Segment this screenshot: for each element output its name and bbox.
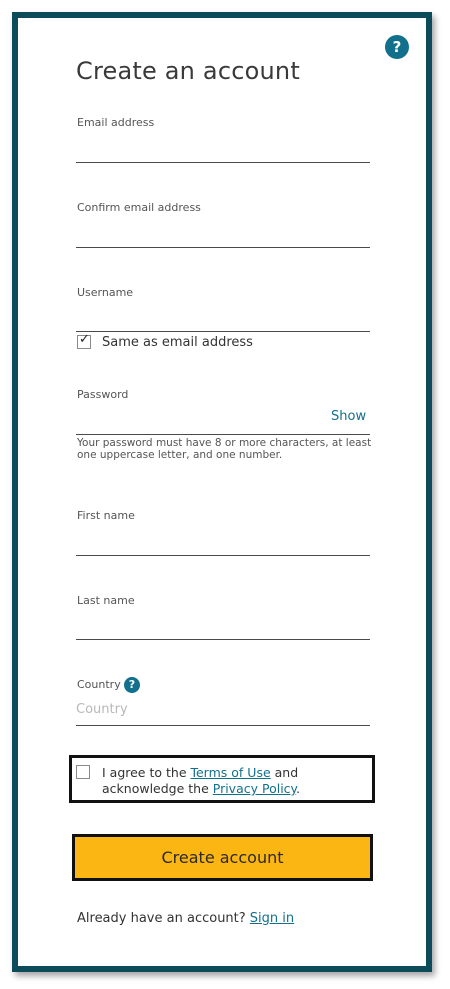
password-underline — [76, 434, 370, 435]
first-name-field[interactable] — [76, 533, 370, 553]
last-name-field[interactable] — [76, 617, 370, 637]
confirm-email-label: Confirm email address — [77, 201, 201, 214]
password-hint: Your password must have 8 or more charac… — [77, 437, 372, 461]
same-as-email-label: Same as email address — [102, 335, 253, 350]
username-label: Username — [77, 286, 134, 299]
email-label: Email address — [77, 116, 155, 129]
terms-checkbox[interactable] — [76, 765, 90, 779]
password-label: Password — [77, 388, 129, 401]
username-field[interactable] — [76, 309, 370, 329]
show-password-link[interactable]: Show — [331, 409, 366, 424]
create-account-button[interactable]: Create account — [72, 834, 373, 881]
signin-row: Already have an account? Sign in — [77, 911, 294, 926]
same-as-email-checkbox[interactable]: ✓ — [77, 332, 91, 349]
privacy-policy-link[interactable]: Privacy Policy — [213, 781, 296, 796]
confirm-email-underline — [76, 247, 370, 248]
checkmark-icon: ✓ — [79, 332, 90, 347]
first-name-label: First name — [77, 509, 135, 522]
country-field[interactable] — [76, 699, 370, 719]
first-name-underline — [76, 555, 370, 556]
country-underline — [76, 725, 370, 726]
last-name-underline — [76, 639, 370, 640]
terms-of-use-link[interactable]: Terms of Use — [190, 765, 270, 780]
country-label: Country — [77, 678, 121, 691]
last-name-label: Last name — [77, 594, 135, 607]
password-field[interactable] — [76, 410, 326, 430]
terms-agreement-text: I agree to the Terms of Use and acknowle… — [102, 765, 372, 797]
terms-agreement-box: I agree to the Terms of Use and acknowle… — [69, 755, 375, 803]
sign-in-link[interactable]: Sign in — [250, 911, 294, 926]
signin-prompt: Already have an account? — [77, 911, 250, 926]
country-help-icon[interactable]: ? — [124, 677, 140, 693]
agree-suffix-text: . — [296, 781, 301, 796]
username-underline — [76, 331, 370, 332]
agree-prefix-text: I agree to the — [102, 765, 191, 780]
email-underline — [76, 162, 370, 163]
confirm-email-field[interactable] — [76, 225, 370, 245]
email-field[interactable] — [76, 140, 370, 160]
help-question-icon[interactable]: ? — [385, 35, 409, 59]
page-title: Create an account — [76, 57, 300, 85]
